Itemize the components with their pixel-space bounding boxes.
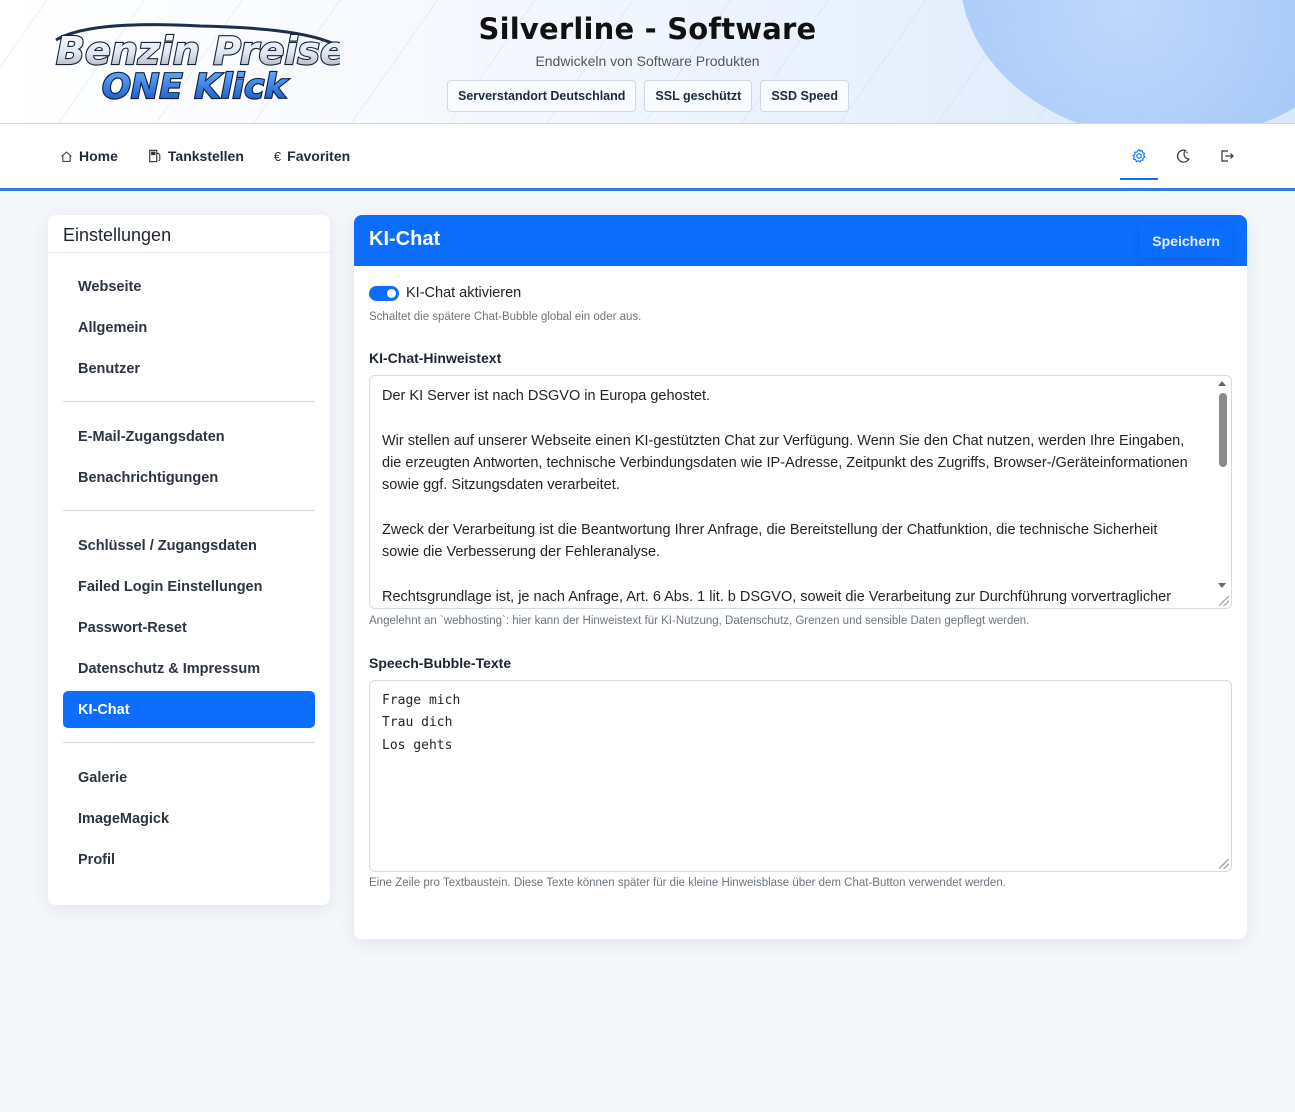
sidebar-item-email-zugangsdaten[interactable]: E-Mail-Zugangsdaten: [63, 418, 315, 455]
save-button[interactable]: Speichern: [1140, 224, 1232, 258]
sidebar-item-webseite[interactable]: Webseite: [63, 268, 315, 305]
card-title: KI-Chat: [369, 228, 441, 250]
main-navbar: Home Tankstellen € Favoriten: [0, 124, 1295, 191]
ki-chat-settings-card: KI-Chat Speichern KI-Chat aktivieren Sch…: [354, 215, 1247, 939]
nav-favoriten-label: Favoriten: [287, 148, 351, 164]
moon-icon: [1176, 149, 1190, 163]
sidebar-item-benachrichtigungen[interactable]: Benachrichtigungen: [63, 459, 315, 496]
toggle-help-text: Schaltet die spätere Chat-Bubble global …: [369, 311, 642, 323]
badge-server-location: Serverstandort Deutschland: [447, 80, 637, 112]
scroll-thumb[interactable]: [1219, 393, 1227, 467]
hint-text-label: KI-Chat-Hinweistext: [369, 350, 502, 366]
settings-sidebar: Einstellungen Webseite Allgemein Benutze…: [48, 215, 330, 905]
card-header: KI-Chat Speichern: [354, 215, 1247, 266]
resize-handle-icon[interactable]: [1219, 596, 1229, 606]
nav-tankstellen[interactable]: Tankstellen: [148, 148, 244, 164]
nav-home[interactable]: Home: [60, 148, 118, 164]
scroll-up-arrow-icon[interactable]: [1218, 381, 1226, 386]
sidebar-item-failed-login[interactable]: Failed Login Einstellungen: [63, 568, 315, 605]
site-subtitle: Endwickeln von Software Produkten: [535, 53, 760, 69]
euro-icon: €: [273, 148, 282, 164]
hint-help-text: Angelehnt an `webhosting`: hier kann der…: [369, 615, 1030, 627]
gear-icon: [1132, 148, 1146, 163]
home-icon: [60, 150, 73, 163]
speech-bubble-help-text: Eine Zeile pro Textbaustein. Diese Texte…: [369, 877, 1006, 889]
gas-pump-icon: [148, 149, 162, 163]
nav-home-label: Home: [79, 148, 118, 164]
nav-links: Home Tankstellen € Favoriten: [60, 124, 350, 188]
hint-textarea-scrollbar[interactable]: [1215, 376, 1231, 608]
sidebar-item-passwort-reset[interactable]: Passwort-Reset: [63, 609, 315, 646]
sidebar-item-allgemein[interactable]: Allgemein: [63, 309, 315, 346]
ki-chat-toggle-row: KI-Chat aktivieren: [369, 284, 1232, 302]
badge-ssl: SSL geschützt: [644, 80, 753, 112]
sidebar-divider: [63, 742, 315, 743]
ki-chat-toggle[interactable]: [369, 285, 399, 301]
nav-favoriten[interactable]: € Favoriten: [274, 148, 350, 164]
ki-chat-toggle-label[interactable]: KI-Chat aktivieren: [406, 285, 521, 301]
sidebar-item-profil[interactable]: Profil: [63, 841, 315, 878]
sidebar-item-datenschutz[interactable]: Datenschutz & Impressum: [63, 650, 315, 687]
badge-ssd: SSD Speed: [760, 80, 850, 112]
sidebar-item-galerie[interactable]: Galerie: [63, 759, 315, 796]
speech-bubble-label: Speech-Bubble-Texte: [369, 655, 512, 671]
sidebar-title: Einstellungen: [48, 215, 330, 253]
sidebar-item-benutzer[interactable]: Benutzer: [63, 350, 315, 387]
sidebar-item-ki-chat[interactable]: KI-Chat: [63, 691, 315, 728]
sidebar-menu: Webseite Allgemein Benutzer E-Mail-Zugan…: [48, 253, 330, 878]
sidebar-divider: [63, 401, 315, 402]
nav-tankstellen-label: Tankstellen: [167, 148, 244, 164]
sidebar-item-imagemagick[interactable]: ImageMagick: [63, 800, 315, 837]
resize-handle-icon[interactable]: [1219, 859, 1229, 869]
card-body: KI-Chat aktivieren Schaltet die spätere …: [354, 266, 1247, 889]
hint-textarea[interactable]: Der KI Server ist nach DSGVO in Europa g…: [369, 375, 1232, 609]
logout-icon: [1221, 150, 1234, 162]
nav-actions: [1120, 124, 1237, 188]
logout-button[interactable]: [1217, 146, 1237, 166]
feature-badges: Serverstandort Deutschland SSL geschützt…: [447, 80, 850, 112]
sidebar-divider: [63, 510, 315, 511]
sidebar-item-schluessel[interactable]: Schlüssel / Zugangsdaten: [63, 527, 315, 564]
speech-bubble-textarea-value[interactable]: Frage mich Trau dich Los gehts: [370, 681, 1231, 757]
logo-text-line2: ONE Klick: [102, 67, 289, 102]
site-title: Silverline - Software: [478, 12, 817, 46]
scroll-down-arrow-icon[interactable]: [1218, 583, 1226, 588]
hint-textarea-value[interactable]: Der KI Server ist nach DSGVO in Europa g…: [370, 376, 1231, 608]
settings-button[interactable]: [1120, 146, 1158, 180]
speech-bubble-textarea[interactable]: Frage mich Trau dich Los gehts: [369, 680, 1232, 872]
theme-toggle-button[interactable]: [1173, 146, 1193, 166]
site-banner: Benzin Preise ONE Klick Silverline - Sof…: [0, 0, 1295, 124]
